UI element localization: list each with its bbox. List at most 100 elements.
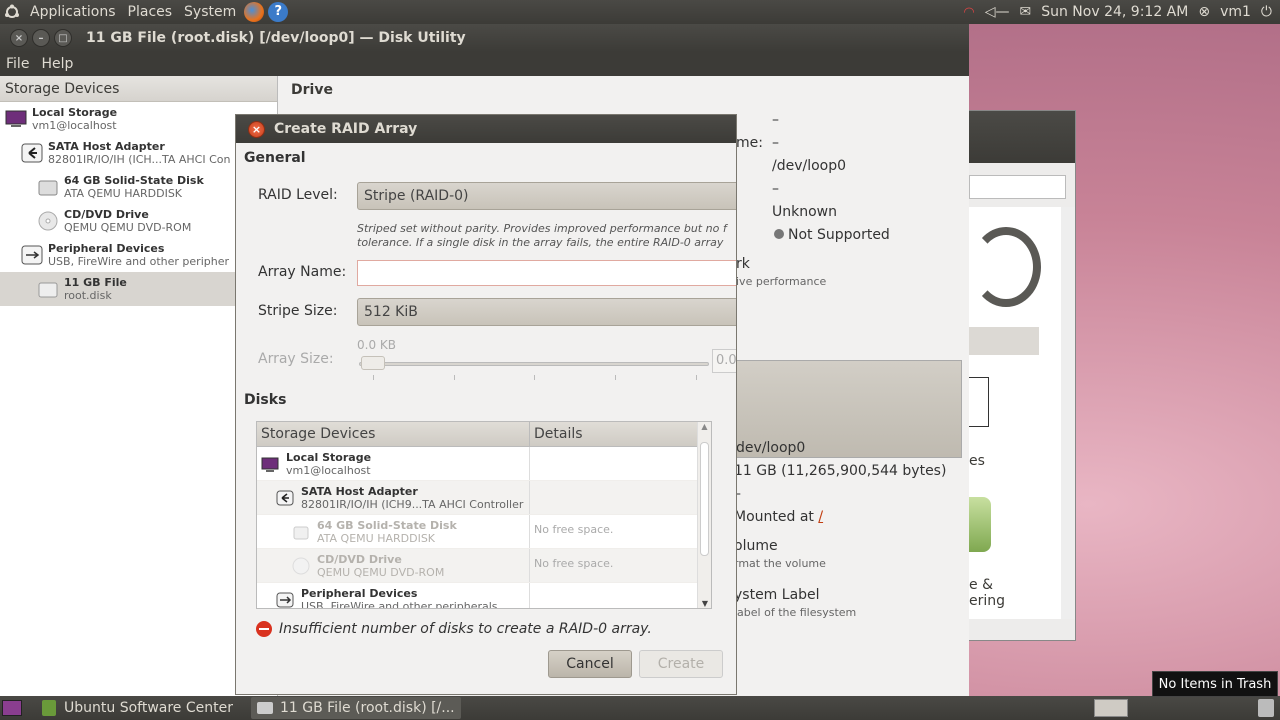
taskbar-item-software-center[interactable]: Ubuntu Software Center [36,697,239,719]
table-row[interactable]: CD/DVD Drive QEMU QEMU DVD-ROM No free sp… [257,549,711,583]
mail-icon[interactable]: ✉ [1019,4,1031,20]
harddisk-icon [293,526,309,539]
row-name: Peripheral Devices [301,586,418,600]
dialog-titlebar[interactable]: × Create RAID Array [236,115,736,143]
window-titlebar[interactable]: × – □ 11 GB File (root.disk) [/dev/loop0… [0,24,969,52]
sc-item-label: es [969,453,985,469]
close-icon[interactable]: × [248,120,265,138]
file-disk-icon [38,282,58,298]
row-sub: ATA QEMU HARDDISK [317,531,436,545]
trash-icon[interactable] [1258,699,1274,717]
row-name: 64 GB Solid-State Disk [317,518,457,532]
scroll-thumb[interactable] [700,442,709,556]
general-section-title: General [244,150,306,166]
tree-item-label: 64 GB Solid-State Disk [64,174,204,187]
menu-file[interactable]: File [0,56,35,72]
optical-disc-icon [38,211,58,231]
usb-icon [276,592,294,607]
drive-action-fragment[interactable]: rk [736,256,750,272]
sc-list: es e & ering [969,207,1061,619]
smart-status: Not Supported [774,227,890,243]
sc-search-field[interactable] [969,175,1066,199]
sidebar-header: Storage Devices [0,76,277,102]
optical-disc-icon [292,557,310,574]
tree-item-sub: USB, FireWire and other peripher [48,255,230,268]
row-sub: USB, FireWire and other peripherals [301,599,498,609]
menu-help[interactable]: Help [35,56,79,72]
window-title: 11 GB File (root.disk) [/dev/loop0] — Di… [86,30,466,46]
sc-scrollbar[interactable] [1061,207,1075,619]
taskbar-item-disk-utility[interactable]: 11 GB File (root.disk) [/... [250,697,461,719]
slider-tick [534,375,535,380]
row-name: Local Storage [286,450,372,464]
stripe-size-label: Stripe Size: [258,303,338,319]
user-status-icon[interactable]: ⊗ [1198,4,1210,20]
software-center-titlebar [969,111,1075,163]
volume-device: dev/loop0 [736,440,806,456]
table-row[interactable]: Peripheral Devices USB, FireWire and othe… [257,583,711,609]
create-raid-dialog: × Create RAID Array General RAID Level: … [235,114,737,695]
user-name[interactable]: vm1 [1220,4,1251,20]
minimize-icon[interactable]: – [32,29,50,47]
menu-system[interactable]: System [178,0,242,24]
help-icon[interactable]: ? [268,2,289,22]
row-sub: vm1@localhost [286,463,371,477]
array-size-spin[interactable]: 0.0 [712,349,736,373]
table-row[interactable]: 64 GB Solid-State Disk ATA QEMU HARDDISK … [257,515,711,549]
array-size-value: 0.0 KB [357,338,396,352]
show-desktop-icon[interactable] [2,700,22,716]
format-volume-action[interactable]: olume [734,538,778,554]
sc-item-label-2: e & [969,577,993,593]
array-size-label: Array Size: [258,351,334,367]
harddisk-icon [38,180,58,196]
mount-link[interactable]: / [818,509,823,525]
volume-icon[interactable]: ◁— [985,4,1010,20]
disks-table: Storage Devices Details Local Storage vm1… [256,421,712,609]
close-icon[interactable]: × [10,29,28,47]
sc-item-label-3: ering [969,593,1006,609]
adapter-icon [21,143,43,163]
row-sub: 82801IR/IO/IH (ICH9...TA AHCI Controller [301,497,524,511]
table-row[interactable]: SATA Host Adapter 82801IR/IO/IH (ICH9...T… [257,481,711,515]
tree-item-sub: 82801IR/IO/IH (ICH...TA AHCI Con [48,153,231,166]
column-storage-devices[interactable]: Storage Devices [257,422,530,446]
firefox-icon[interactable] [244,2,265,22]
array-size-slider-handle[interactable] [361,356,385,370]
error-icon [256,621,272,637]
create-button[interactable]: Create [639,650,723,678]
slider-tick [615,375,616,380]
edit-label-action[interactable]: ystem Label [734,587,820,603]
network-icon[interactable]: ◠ [963,5,974,20]
maximize-icon[interactable]: □ [54,29,72,47]
usb-icon [21,245,43,265]
raid-level-label: RAID Level: [258,187,338,203]
row-details: No free space. [534,557,614,570]
power-icon[interactable]: ⏻ [1261,4,1272,20]
format-volume-desc: rmat the volume [734,557,826,570]
edit-label-desc: label of the filesystem [734,606,857,619]
menu-applications[interactable]: Applications [24,0,122,24]
row-name: SATA Host Adapter [301,484,418,498]
column-details[interactable]: Details [530,422,583,446]
ubuntu-logo-icon[interactable] [0,0,24,24]
drive-section-title: Drive [291,82,333,98]
stripe-size-select[interactable]: 512 KiB [357,298,736,326]
scroll-up-icon[interactable]: ▲ [698,422,711,431]
array-size-slider[interactable] [359,362,709,366]
slider-tick [373,375,374,380]
raid-level-select[interactable]: Stripe (RAID-0) [357,182,736,210]
drive-value: – [772,112,779,128]
clock[interactable]: Sun Nov 24, 9:12 AM [1041,4,1188,20]
cancel-button[interactable]: Cancel [548,650,632,678]
table-header: Storage Devices Details [257,422,711,447]
row-details: No free space. [534,523,614,536]
table-scrollbar[interactable]: ▲ ▼ [697,422,711,608]
scroll-down-icon[interactable]: ▼ [698,599,711,608]
tree-item-label: CD/DVD Drive [64,208,149,221]
menu-places[interactable]: Places [122,0,179,24]
table-row[interactable]: Local Storage vm1@localhost [257,447,711,481]
volume-mount: Mounted at / [734,509,823,525]
tree-item-sub: vm1@localhost [32,119,117,132]
array-name-input[interactable] [357,260,736,286]
workspace-switcher-icon[interactable] [1094,699,1128,717]
